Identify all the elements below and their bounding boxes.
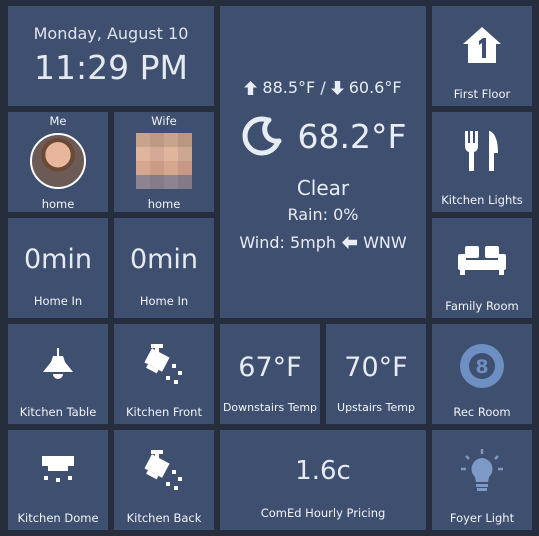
date-text: Monday, August 10 xyxy=(33,24,189,43)
rec-room-tile[interactable]: 8 Rec Room xyxy=(432,324,532,424)
kitchen-lights-label: Kitchen Lights xyxy=(441,193,523,207)
fork-knife-icon xyxy=(465,131,498,171)
high-low-row: 88.5°F / 60.6°F xyxy=(220,78,426,97)
foyer-light-tile[interactable]: Foyer Light xyxy=(432,430,532,530)
arrow-down-icon xyxy=(330,80,344,95)
home-in-value: 0min xyxy=(23,244,93,275)
home-in-value: 0min xyxy=(129,244,199,275)
pricing-value: 1.6c xyxy=(295,456,351,486)
home-in-label: Home In xyxy=(33,294,83,308)
downstairs-temp-tile[interactable]: 67°F Downstairs Temp xyxy=(220,324,320,424)
foyer-light-label: Foyer Light xyxy=(449,511,515,525)
person-wife-tile[interactable]: Wife home xyxy=(114,112,214,212)
kitchen-front-label: Kitchen Front xyxy=(126,405,202,419)
svg-text:8: 8 xyxy=(475,356,488,378)
rain-text: Rain: 0% xyxy=(287,205,359,224)
lightbulb-icon xyxy=(461,449,503,491)
avatar xyxy=(30,133,86,189)
wind-speed: Wind: 5mph xyxy=(239,233,337,252)
ceiling-light-icon xyxy=(42,456,74,482)
first-floor-label: First Floor xyxy=(453,87,511,101)
upstairs-temp-tile[interactable]: 70°F Upstairs Temp xyxy=(326,324,426,424)
rec-room-label: Rec Room xyxy=(453,405,511,419)
high-temp: 88.5°F / xyxy=(262,78,326,97)
home-in-me-tile[interactable]: 0min Home In xyxy=(8,218,108,318)
arrow-left-icon xyxy=(342,236,358,249)
upstairs-temp-value: 70°F xyxy=(344,352,408,383)
person-name: Wife xyxy=(151,114,177,128)
person-me-tile[interactable]: Me home xyxy=(8,112,108,212)
avatar-pixelated xyxy=(136,133,192,189)
pricing-tile[interactable]: 1.6c ComEd Hourly Pricing xyxy=(220,430,426,530)
kitchen-dome-label: Kitchen Dome xyxy=(17,511,99,525)
kitchen-front-tile[interactable]: Kitchen Front xyxy=(114,324,214,424)
first-floor-tile[interactable]: First Floor xyxy=(432,6,532,106)
pendant-lamp-icon xyxy=(43,348,73,379)
person-status: home xyxy=(41,197,75,211)
spotlight-icon xyxy=(144,344,182,384)
couch-icon xyxy=(458,246,506,275)
weather-tile[interactable]: 88.5°F / 60.6°F 68.2°F Clear Rain: 0% Wi… xyxy=(220,6,426,318)
spotlight-icon xyxy=(144,450,182,490)
family-room-tile[interactable]: Family Room xyxy=(432,218,532,318)
person-name: Me xyxy=(49,114,67,128)
arrow-up-icon xyxy=(244,80,258,95)
time-text: 11:29 PM xyxy=(34,48,188,87)
home-1-icon xyxy=(463,27,501,63)
wind-row: Wind: 5mph WNW xyxy=(220,233,426,252)
family-room-label: Family Room xyxy=(445,299,519,313)
kitchen-back-tile[interactable]: Kitchen Back xyxy=(114,430,214,530)
downstairs-temp-label: Downstairs Temp xyxy=(222,401,318,414)
billiard-8-ball-icon: 8 xyxy=(460,344,504,388)
condition-text: Clear xyxy=(296,176,350,200)
home-in-wife-tile[interactable]: 0min Home In xyxy=(114,218,214,318)
kitchen-dome-tile[interactable]: Kitchen Dome xyxy=(8,430,108,530)
moon-icon xyxy=(242,116,284,156)
home-in-label: Home In xyxy=(139,294,189,308)
current-temp: 68.2°F xyxy=(297,116,407,156)
kitchen-table-label: Kitchen Table xyxy=(19,405,97,419)
wind-direction: WNW xyxy=(363,233,407,252)
kitchen-lights-tile[interactable]: Kitchen Lights xyxy=(432,112,532,212)
low-temp: 60.6°F xyxy=(348,78,402,97)
kitchen-back-label: Kitchen Back xyxy=(126,511,202,525)
downstairs-temp-value: 67°F xyxy=(238,352,302,383)
pricing-label: ComEd Hourly Pricing xyxy=(260,506,386,520)
temp-row: 68.2°F xyxy=(220,114,426,158)
upstairs-temp-label: Upstairs Temp xyxy=(337,401,415,414)
kitchen-table-tile[interactable]: Kitchen Table xyxy=(8,324,108,424)
person-status: home xyxy=(147,197,181,211)
clock-tile: Monday, August 10 11:29 PM xyxy=(8,6,214,106)
